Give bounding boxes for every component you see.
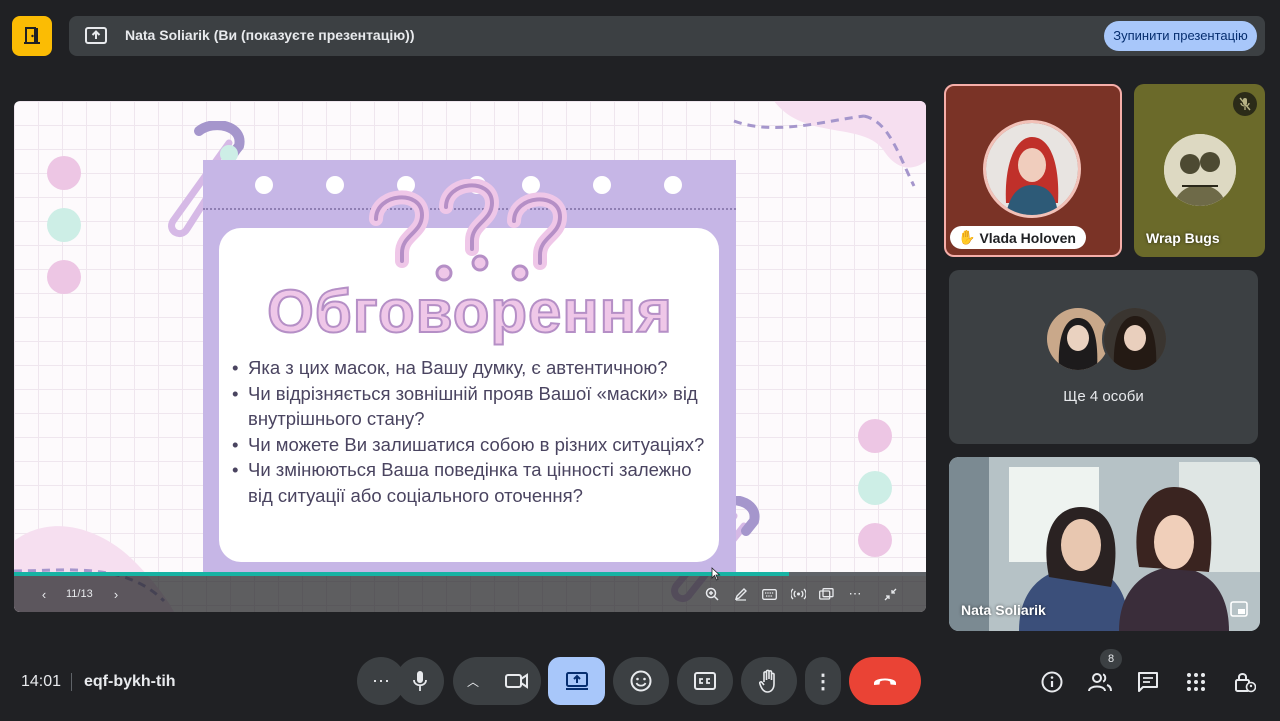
people-button[interactable] (1087, 669, 1113, 695)
more-horizontal-icon: ⋯ (372, 670, 390, 691)
present-screen-icon (565, 672, 588, 690)
more-horizontal-icon: ⋯ (848, 586, 862, 601)
raised-hand-icon: ✋ (958, 229, 976, 245)
closed-captions-icon (694, 672, 716, 690)
presenting-status-text: Nata Soliarik (Ви (показуєте презентацію… (125, 27, 415, 43)
keyboard-button[interactable] (759, 584, 779, 604)
next-slide-button[interactable]: › (106, 584, 126, 604)
presentation-slide: Обговорення Яка з цих масок, на Вашу дум… (14, 101, 926, 612)
collapse-icon (884, 588, 896, 600)
door-icon (24, 27, 40, 44)
microphone-icon (413, 671, 427, 691)
participant-name: Vlada Holoven (979, 229, 1076, 246)
annotate-button[interactable] (731, 584, 751, 604)
avatar-illustration (1164, 134, 1236, 206)
decor-dot (858, 471, 892, 505)
raise-hand-icon (759, 669, 775, 693)
notecard-hole (326, 176, 344, 194)
slide-bullet-list: Яка з цих масок, на Вашу думку, є автент… (232, 355, 712, 508)
participant-tile[interactable]: Wrap Bugs (1134, 84, 1265, 257)
reactions-button[interactable] (613, 657, 669, 705)
decor-dot (47, 156, 81, 190)
avatar (1164, 134, 1236, 206)
participant-name: Nata Soliarik (961, 602, 1046, 618)
pen-icon (734, 588, 747, 601)
emoji-icon (630, 670, 652, 692)
more-slide-options-button[interactable]: ⋯ (845, 584, 865, 604)
slide-page-indicator: 11/13 (66, 588, 93, 600)
muted-indicator (1233, 92, 1257, 116)
presenting-banner: Nata Soliarik (Ви (показуєте презентацію… (69, 16, 1265, 56)
participant-tile-self[interactable]: Nata Soliarik (949, 457, 1260, 631)
avatar-photo (1047, 308, 1109, 370)
picture-in-picture-icon (1230, 601, 1248, 617)
slide-bullet: Яка з цих масок, на Вашу думку, є автент… (232, 355, 712, 381)
app-logo[interactable] (12, 16, 52, 56)
notecard-hole (593, 176, 611, 194)
mic-off-icon (1239, 97, 1251, 111)
participant-name: Wrap Bugs (1146, 230, 1220, 246)
keyboard-icon (761, 588, 777, 600)
apps-grid-icon (1187, 673, 1205, 691)
mouse-cursor-icon (711, 567, 721, 581)
notecard-hole (255, 176, 273, 194)
notecard-hole (664, 176, 682, 194)
more-participants-tile[interactable]: Ще 4 особи (949, 270, 1258, 444)
avatar (983, 120, 1081, 218)
avatar-photo (1104, 308, 1166, 370)
host-controls-button[interactable] (1232, 669, 1258, 695)
camera-icon (505, 673, 528, 689)
picture-in-picture-button[interactable] (816, 584, 836, 604)
decor-dot (47, 208, 81, 242)
exit-fullscreen-button[interactable] (880, 584, 900, 604)
lock-person-icon (1235, 673, 1256, 693)
chat-icon (1138, 672, 1158, 692)
more-options-button[interactable]: ⋮ (805, 657, 841, 705)
question-marks-icon (369, 179, 568, 282)
decor-dot (858, 419, 892, 453)
chevron-left-icon: ‹ (41, 586, 47, 602)
people-icon (1088, 673, 1112, 692)
pip-toggle-button[interactable] (1230, 601, 1250, 619)
slide-bullet: Чи можете Ви залишатися собою в різних с… (232, 432, 712, 458)
video-options-button[interactable]: ︿ (453, 657, 541, 705)
stop-presenting-button[interactable]: Зупинити презентацію (1104, 21, 1257, 51)
slide-bullet: Чи відрізняється зовнішній прояв Вашої «… (232, 381, 712, 432)
previous-slide-button[interactable]: ‹ (34, 584, 54, 604)
chat-button[interactable] (1135, 669, 1161, 695)
chevron-up-icon: ︿ (467, 674, 480, 689)
clock: 14:01 (21, 673, 62, 690)
divider (71, 673, 72, 691)
raise-hand-button[interactable] (741, 657, 797, 705)
avatar-photo (986, 123, 1078, 215)
avatar (1102, 306, 1168, 372)
pip-icon (818, 587, 834, 600)
zoom-button[interactable] (702, 584, 722, 604)
leave-call-button[interactable] (849, 657, 921, 705)
present-now-button[interactable] (548, 657, 605, 705)
meeting-code: eqf-bykh-tih (84, 673, 176, 690)
chevron-right-icon: › (113, 586, 119, 602)
decor-blob-top-right (733, 101, 926, 187)
zoom-in-icon (705, 587, 719, 601)
more-vertical-icon: ⋮ (813, 670, 833, 693)
microphone-button[interactable] (396, 657, 444, 705)
broadcast-icon (790, 588, 806, 600)
slide-bullet: Чи змінюються Ваша поведінка та цінності… (232, 457, 712, 508)
participant-name-tag: ✋ Vlada Holoven (950, 226, 1086, 249)
end-call-icon (874, 678, 896, 685)
captions-button[interactable] (677, 657, 733, 705)
participant-count-badge: 8 (1100, 649, 1122, 669)
activities-button[interactable] (1183, 669, 1209, 695)
broadcast-button[interactable] (788, 584, 808, 604)
meeting-details-button[interactable] (1039, 669, 1065, 695)
info-icon (1041, 671, 1063, 693)
more-participants-label: Ще 4 особи (1063, 388, 1144, 405)
decor-dot (858, 523, 892, 557)
participant-tile[interactable]: ✋ Vlada Holoven (944, 84, 1122, 257)
slide-controls-bar: ‹ 11/13 › ⋯ (14, 576, 926, 612)
slide-title: Обговорення (266, 277, 673, 346)
present-screen-icon (85, 27, 107, 44)
